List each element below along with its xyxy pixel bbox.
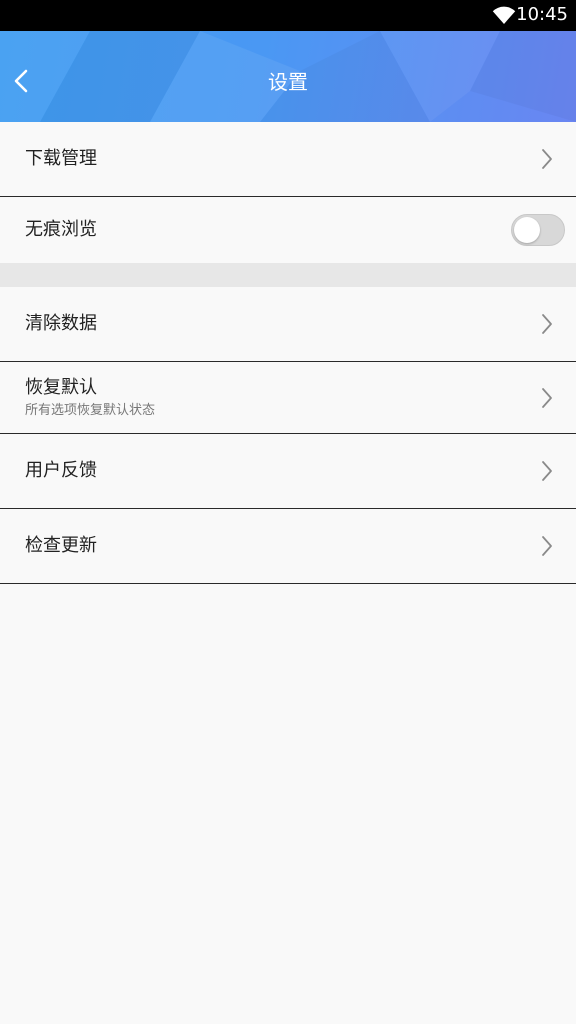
incognito-toggle[interactable] xyxy=(511,214,565,246)
chevron-right-icon xyxy=(542,536,552,556)
chevron-right-icon xyxy=(542,387,552,408)
status-time: 10:45 xyxy=(516,4,568,25)
chevron-right-icon xyxy=(542,314,552,334)
incognito-browsing-label: 无痕浏览 xyxy=(25,219,97,240)
page-title: 设置 xyxy=(268,70,308,94)
user-feedback-label: 用户反馈 xyxy=(25,460,97,481)
check-update-label: 检查更新 xyxy=(25,535,97,556)
download-manager-label: 下载管理 xyxy=(25,148,97,169)
restore-defaults-label: 恢复默认 xyxy=(25,377,97,398)
status-bar: 10:45 xyxy=(0,0,576,31)
clear-data-item[interactable]: 清除数据 xyxy=(0,287,576,362)
toggle-knob xyxy=(514,217,540,243)
user-feedback-item[interactable]: 用户反馈 xyxy=(0,434,576,509)
restore-defaults-description: 所有选项恢复默认状态 xyxy=(25,403,156,418)
app-header: 设置 xyxy=(0,31,576,122)
incognito-browsing-item: 无痕浏览 xyxy=(0,197,576,263)
restore-defaults-item[interactable]: 恢复默认 所有选项恢复默认状态 xyxy=(0,362,576,434)
settings-list: 下载管理 无痕浏览 清除数据 恢复默认 所有选项恢复默认状态 用户反馈 检查更新 xyxy=(0,122,576,584)
clear-data-label: 清除数据 xyxy=(25,313,97,334)
chevron-right-icon xyxy=(542,461,552,481)
check-update-item[interactable]: 检查更新 xyxy=(0,509,576,584)
download-manager-item[interactable]: 下载管理 xyxy=(0,122,576,197)
section-divider xyxy=(0,263,576,287)
wifi-icon xyxy=(492,6,516,24)
chevron-right-icon xyxy=(542,149,552,169)
